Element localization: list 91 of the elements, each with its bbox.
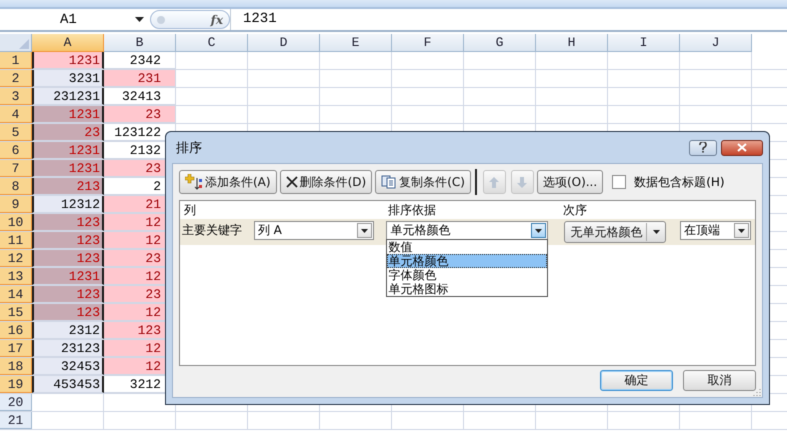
row-header[interactable]: 6 [0,142,32,159]
checkbox[interactable] [612,175,626,189]
table-cell: 1231 [32,52,104,69]
row-header[interactable]: 15 [0,304,32,321]
table-cell: 231231 [32,88,104,105]
table-cell: 23 [32,124,104,141]
table-cell: 1231 [32,160,104,177]
color-dropdown-button[interactable]: 无单元格颜色 [564,221,666,243]
row-header[interactable]: 7 [0,160,32,177]
close-icon[interactable] [737,143,747,152]
column-header[interactable]: E [320,34,392,52]
help-button[interactable] [689,140,717,156]
caret-icon[interactable] [531,223,546,238]
sort-key-label: 主要关键字 [182,222,243,239]
row-header[interactable]: 9 [0,196,32,213]
options-button[interactable]: 选项(O)... [536,170,604,194]
insert-function-button[interactable]: fx [210,12,223,26]
column-header[interactable]: C [176,34,248,52]
column-heading: 排序依据 [388,202,437,218]
row-header[interactable]: 4 [0,106,32,123]
row-header[interactable]: 16 [0,322,32,339]
row-header[interactable]: 10 [0,214,32,231]
add-sort-icon[interactable] [185,174,203,190]
column-header[interactable]: H [536,34,608,52]
table-cell: 231 [104,70,176,87]
formula-field[interactable]: 1231 [230,9,787,30]
row-header[interactable]: 1 [0,52,32,69]
dropdown-option[interactable]: 数值 [387,240,548,254]
row-header[interactable]: 18 [0,358,32,375]
caret-icon[interactable] [734,223,750,238]
dropdown-option[interactable]: 单元格颜色 [387,254,548,268]
column-header[interactable]: G [464,34,536,52]
row-header[interactable]: 11 [0,232,32,249]
table-cell: 453453 [32,376,104,393]
table-cell: 123 [32,250,104,267]
delete-level-button[interactable]: 删除条件(D) [280,170,372,194]
row-header[interactable]: 12 [0,250,32,267]
table-cell: 123 [32,286,104,303]
table-cell: 1231 [32,142,104,159]
resize-grip-icon[interactable] [753,388,761,396]
column-heading: 列 [184,202,197,218]
ok-button[interactable]: 确定 [600,370,673,391]
row-header[interactable]: 5 [0,124,32,141]
add-level-button[interactable]: 添加条件(A) [179,170,277,194]
column-header[interactable]: D [248,34,320,52]
row-header[interactable]: 20 [0,394,32,411]
caret-icon[interactable] [135,17,144,22]
copy-icon[interactable] [381,175,398,189]
column-heading: 次序 [563,202,587,218]
column-header[interactable]: J [680,34,752,52]
column-header[interactable]: B [104,34,176,52]
table-cell: 123 [32,232,104,249]
column-header[interactable]: I [608,34,680,52]
table-cell: 23123 [32,340,104,357]
x-icon[interactable] [286,176,298,188]
row-header[interactable]: 17 [0,340,32,357]
copy-level-button[interactable]: 复制条件(C) [375,170,471,194]
table-cell: 3231 [32,70,104,87]
row-header[interactable]: 2 [0,70,32,87]
dropdown-option[interactable]: 字体颜色 [387,268,548,282]
table-cell: 2312 [32,322,104,339]
row-header[interactable]: 8 [0,178,32,195]
table-cell: 2342 [104,52,176,69]
close-button[interactable] [721,140,763,156]
column-header[interactable]: F [392,34,464,52]
table-cell: 1231 [32,268,104,285]
name-box[interactable]: A1 [0,12,150,28]
row-header[interactable]: 3 [0,88,32,105]
dropdown-option[interactable]: 单元格图标 [387,282,548,296]
table-cell: 123 [32,214,104,231]
sort-on-dropdown[interactable]: 单元格颜色 [386,221,548,240]
row-header[interactable]: 21 [0,412,32,429]
order-dropdown[interactable]: 在顶端 [680,221,752,240]
row-header[interactable]: 13 [0,268,32,285]
dialog-title: 排序 [176,140,202,156]
caret-icon[interactable] [653,230,660,234]
table-cell: 12312 [32,196,104,213]
row-header[interactable]: 19 [0,376,32,393]
table-cell: 32413 [104,88,176,105]
column-dropdown[interactable]: 列 A [254,221,374,240]
table-cell: 32453 [32,358,104,375]
table-cell: 213 [32,178,104,195]
checkbox-label: 数据包含标题(H) [634,174,725,190]
cancel-button[interactable]: 取消 [683,370,756,391]
table-cell: 23 [104,106,176,123]
caret-icon[interactable] [357,223,372,238]
question-mark-icon[interactable] [699,142,707,153]
table-cell: 123 [32,304,104,321]
column-header[interactable]: A [32,34,104,52]
row-header[interactable]: 14 [0,286,32,303]
table-cell: 1231 [32,106,104,123]
